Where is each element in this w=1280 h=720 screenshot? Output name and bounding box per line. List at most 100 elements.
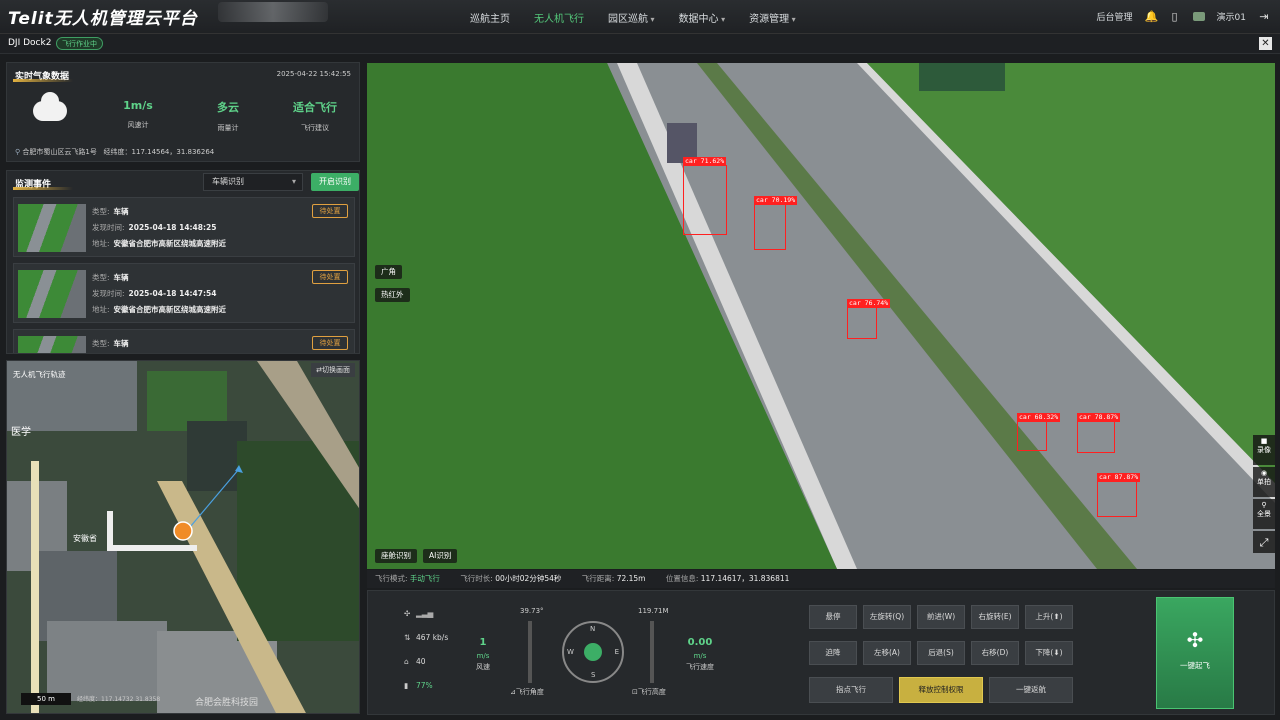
map-label: 合肥会胜科技园	[195, 696, 258, 708]
ai-recognition-button[interactable]: AI识别	[423, 549, 458, 563]
rotate-left-button[interactable]: 左旋转(Q)	[863, 605, 911, 629]
drone-video-feed[interactable]: car 71.62% car 70.19% car 76.74% car 68.…	[367, 63, 1275, 569]
thermal-lens-button[interactable]: 热红外	[375, 288, 410, 302]
nav-item-drone-flight[interactable]: 无人机飞行	[534, 10, 584, 25]
release-control-button[interactable]: 释放控制权限	[899, 677, 983, 703]
event-address: 地址: 安徽省合肥市高新区绕城高速附近	[92, 239, 227, 248]
wind-value: 1m/s	[123, 99, 153, 112]
nav-item-home[interactable]: 巡航主页	[470, 10, 510, 25]
nav-item-resources[interactable]: 资源管理	[749, 10, 796, 25]
flight-mode: 手动飞行	[409, 574, 440, 583]
map-coords: 经纬度：117.14732 31.8358	[77, 696, 161, 703]
flight-telemetry-bar: 飞行模式: 手动飞行 飞行时长: 00小时02分钟54秒 飞行距离: 72.15…	[367, 570, 1275, 588]
vehicle-detection-box: car 76.74%	[847, 299, 891, 339]
event-item[interactable]: 类型: 车辆 发现时间: 2025-04-18 14:48:25 地址: 安徽省合肥市…	[13, 197, 355, 257]
pending-status-button[interactable]: 待处置	[312, 270, 348, 284]
location-coords: 经纬度：117.14564，31.836264	[103, 148, 215, 156]
event-item[interactable]: 类型: 车辆 发现时间: 2025-04-18 14:47:54 地址: 安徽省合肥市…	[13, 263, 355, 323]
height-value: 119.71M	[638, 607, 669, 615]
header-actions: 后台管理 🔔 ▯ 演示01 ⇥	[1097, 10, 1270, 23]
forward-button[interactable]: 前进(W)	[917, 605, 965, 629]
drone-heading-icon	[584, 643, 602, 661]
pending-status-button[interactable]: 待处置	[312, 204, 348, 218]
nav-item-park-patrol[interactable]: 园区巡航	[608, 10, 655, 25]
snapshot-button[interactable]: ◉ 单拍	[1253, 467, 1275, 497]
move-left-button[interactable]: 左移(A)	[863, 641, 911, 665]
backward-button[interactable]: 后退(S)	[917, 641, 965, 665]
start-recognition-button[interactable]: 开启识别	[311, 173, 359, 191]
cloud-icon	[33, 92, 67, 121]
user-name[interactable]: 演示01	[1217, 10, 1246, 23]
flight-distance: 72.15m	[616, 574, 646, 583]
advice-value: 适合飞行	[293, 101, 337, 114]
flight-speed-readout: 0.00 m/s 飞行速度	[686, 637, 714, 671]
event-time: 发现时间: 2025-04-18 14:48:25	[92, 223, 217, 232]
battery-icon: ▮	[404, 681, 409, 690]
flight-track-map[interactable]: 安徽省 合肥会胜科技园 医学 无人机飞行轨迹 ⇄切换画面 50 m 经纬度：11…	[6, 360, 360, 714]
camera-icon: ◉	[1260, 469, 1268, 477]
drone-icon: ✣	[404, 609, 411, 618]
switch-view-button[interactable]: ⇄切换画面	[311, 363, 355, 377]
event-thumbnail[interactable]	[18, 204, 86, 252]
aerial-video-frame	[367, 63, 1275, 569]
one-click-takeoff-button[interactable]: ✣ 一键起飞	[1156, 597, 1234, 709]
drone-icon: ✣	[1186, 628, 1204, 652]
location-address: 合肥市蜀山区云飞路1号	[22, 148, 97, 156]
close-icon[interactable]: ✕	[1259, 37, 1272, 50]
title-underline	[13, 79, 73, 82]
signal-stat: ✣ ▂▃▅	[404, 609, 434, 618]
battery-stat: ▮ 77%	[404, 681, 433, 690]
transfer-icon: ⇅	[404, 633, 411, 642]
monitor-panel: 监测事件 车辆识别 开启识别 类型:车辆 发现时间:2025-04-18 14:…	[6, 170, 360, 354]
fullscreen-icon[interactable]: ⤢	[1253, 531, 1275, 553]
height-label: ⊡飞行高度	[632, 688, 666, 696]
forced-landing-button[interactable]: 迫降	[809, 641, 857, 665]
advice-label: 飞行建议	[301, 124, 329, 132]
hover-button[interactable]: 悬停	[809, 605, 857, 629]
weather-stat: 多云 雨量计	[193, 99, 263, 133]
signal-icon: ▂▃▅	[416, 609, 434, 618]
nav-item-data-center[interactable]: 数据中心	[679, 10, 726, 25]
satellite-map[interactable]: 安徽省 合肥会胜科技园 医学	[7, 361, 360, 714]
satellite-icon: ⌂	[404, 657, 409, 666]
drone-banner-image	[218, 2, 328, 22]
move-right-button[interactable]: 右移(D)	[971, 641, 1019, 665]
angle-value: 39.73°	[520, 607, 544, 615]
rotate-right-button[interactable]: 右旋转(E)	[971, 605, 1019, 629]
height-gauge	[650, 621, 654, 683]
map-title: 无人机飞行轨迹	[13, 370, 66, 379]
event-time: 发现时间: 2025-04-18 14:47:54	[92, 289, 217, 298]
recognition-type-select[interactable]: 车辆识别	[203, 173, 303, 191]
event-item[interactable]: 类型: 车辆 待处置	[13, 329, 355, 353]
return-home-button[interactable]: 一键返航	[989, 677, 1073, 703]
vehicle-detection-box: car 78.87%	[1077, 413, 1121, 453]
wide-angle-lens-button[interactable]: 广角	[375, 265, 402, 279]
record-button[interactable]: ■ 录像	[1253, 435, 1275, 465]
cockpit-recognition-button[interactable]: 座舱识别	[375, 549, 417, 563]
flight-position: 117.14617，31.836811	[700, 574, 790, 583]
descend-button[interactable]: 下降(⬇)	[1025, 641, 1073, 665]
vehicle-detection-box: car 70.19%	[754, 196, 798, 250]
bitrate-stat: ⇅ 467 kb/s	[404, 633, 449, 642]
vehicle-detection-box: car 71.62%	[683, 157, 727, 235]
phone-icon[interactable]: ▯	[1169, 10, 1181, 23]
point-flight-button[interactable]: 指点飞行	[809, 677, 893, 703]
pending-status-button[interactable]: 待处置	[312, 336, 348, 350]
vehicle-detection-box: car 87.87%	[1097, 473, 1141, 517]
ascend-button[interactable]: 上升(⬆)	[1025, 605, 1073, 629]
logout-icon[interactable]: ⇥	[1258, 10, 1270, 23]
angle-label: ⊿飞行角度	[510, 688, 544, 696]
event-thumbnail[interactable]	[18, 336, 86, 353]
admin-link[interactable]: 后台管理	[1097, 10, 1133, 23]
wind-label: 风速计	[127, 121, 149, 129]
panorama-button[interactable]: ⚲ 全景	[1253, 499, 1275, 529]
weather-value: 多云	[217, 101, 239, 114]
weather-location: ⚲ 合肥市蜀山区云飞路1号 经纬度：117.14564，31.836264	[15, 147, 214, 157]
event-type: 类型: 车辆	[92, 339, 129, 348]
bell-icon[interactable]: 🔔	[1145, 10, 1159, 23]
avatar[interactable]	[1192, 12, 1205, 21]
event-thumbnail[interactable]	[18, 270, 86, 318]
event-address: 地址: 安徽省合肥市高新区绕城高速附近	[92, 305, 227, 314]
title-underline	[13, 187, 73, 190]
video-icon: ■	[1260, 437, 1268, 445]
